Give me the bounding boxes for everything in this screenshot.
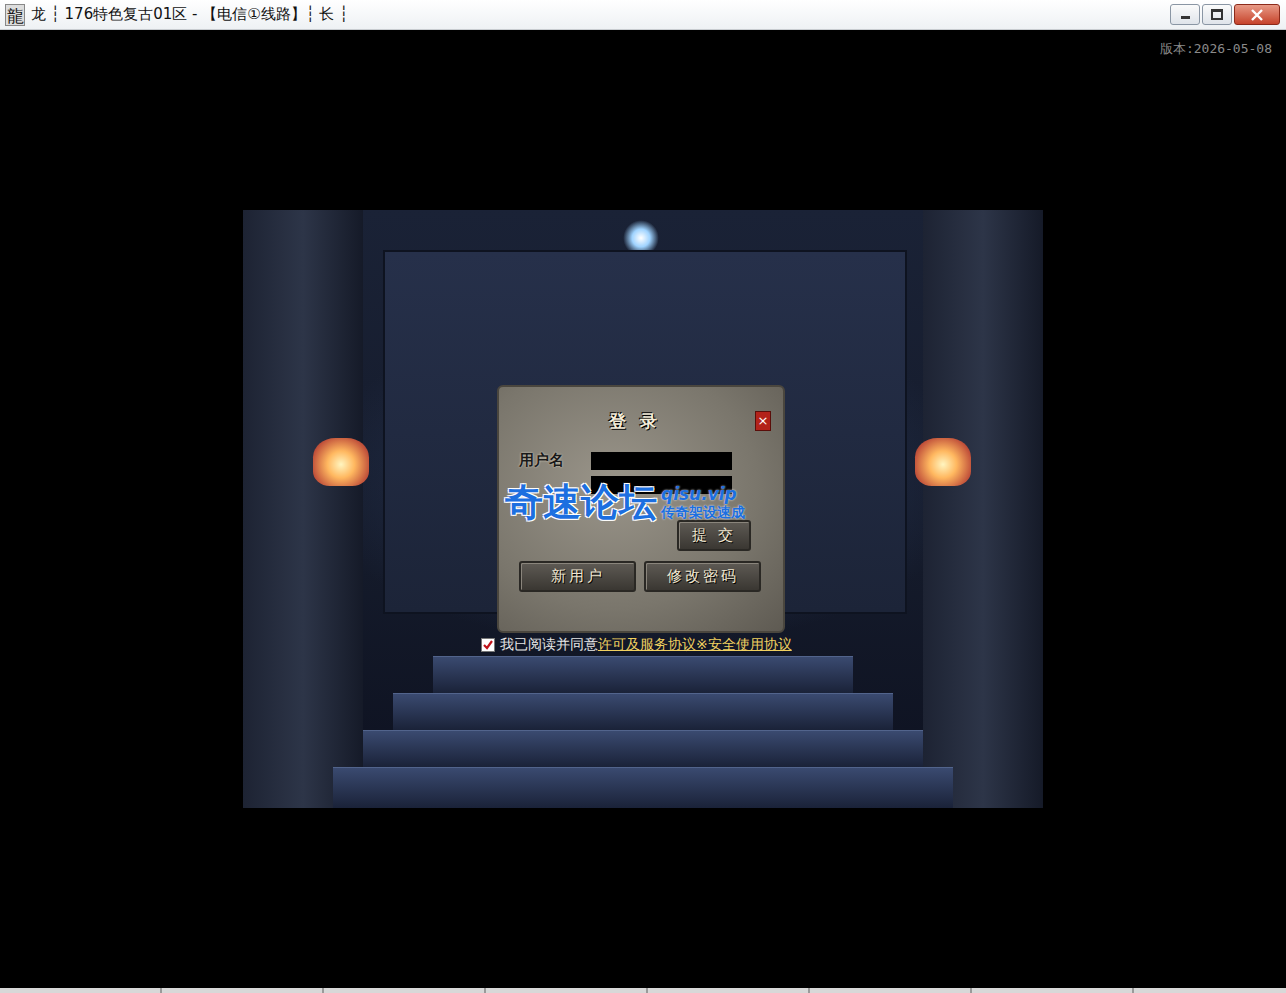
check-icon xyxy=(482,639,494,651)
dialog-title: 登 录 xyxy=(609,410,661,433)
maximize-button[interactable] xyxy=(1202,4,1232,25)
stair-step xyxy=(433,656,853,693)
watermark: 奇速论坛 qisu.vip 传奇架设速成 xyxy=(505,482,745,524)
dialog-header: 登 录 × xyxy=(519,409,751,433)
submit-row: 提 交 xyxy=(519,520,751,551)
agreement-checkbox[interactable] xyxy=(481,638,495,652)
torch-icon xyxy=(313,438,369,486)
torch-icon xyxy=(915,438,971,486)
maximize-icon xyxy=(1211,9,1223,20)
version-label: 版本:2026-05-08 xyxy=(1160,40,1272,58)
title-bar[interactable]: 龍 龙 ┆ 176特色复古01区 - 【电信①线路】┆ 长 ┆ xyxy=(0,0,1286,30)
dialog-button[interactable]: 修改密码 xyxy=(644,561,761,592)
dialog-button[interactable]: 新用户 xyxy=(519,561,636,592)
dialog-close-button[interactable]: × xyxy=(755,411,771,431)
stair-step xyxy=(333,767,953,808)
button-row: 新用户修改密码 xyxy=(519,561,761,592)
minimize-icon xyxy=(1181,16,1190,19)
agreement-row: 我已阅读并同意 许可及服务协议※安全使用协议 xyxy=(481,636,792,654)
username-row: 用户名 xyxy=(519,451,751,470)
agreement-text: 我已阅读并同意 xyxy=(500,636,598,654)
pillar xyxy=(243,210,363,808)
watermark-brand: 奇速论坛 xyxy=(505,482,657,524)
stair-step xyxy=(363,730,923,767)
stair-step xyxy=(393,693,893,730)
close-icon xyxy=(1250,9,1264,21)
watermark-slogan: 传奇架设速成 xyxy=(661,504,745,522)
stairs xyxy=(243,656,1043,808)
game-window: 龍 龙 ┆ 176特色复古01区 - 【电信①线路】┆ 长 ┆ 版本:2026-… xyxy=(0,0,1286,993)
username-label: 用户名 xyxy=(519,451,583,470)
minimize-button[interactable] xyxy=(1170,4,1200,25)
close-button[interactable] xyxy=(1234,4,1280,25)
window-title: 龙 ┆ 176特色复古01区 - 【电信①线路】┆ 长 ┆ xyxy=(31,5,1164,24)
login-scene: 登 录 × 用户名 提 交 新用户修改密码 我已阅读并同意 许可及服务协议※安全… xyxy=(243,210,1043,808)
app-icon: 龍 xyxy=(5,4,25,26)
watermark-url: qisu.vip xyxy=(661,484,745,504)
agreement-link[interactable]: 许可及服务协议※安全使用协议 xyxy=(598,636,792,654)
watermark-side: qisu.vip 传奇架设速成 xyxy=(661,484,745,522)
pillar xyxy=(923,210,1043,808)
submit-button[interactable]: 提 交 xyxy=(677,520,751,551)
window-controls xyxy=(1170,0,1286,25)
username-field[interactable] xyxy=(591,452,732,470)
taskbar-strip xyxy=(0,988,1286,993)
game-client: 版本:2026-05-08 登 录 × 用户名 提 交 新用户修改密码 我已阅读… xyxy=(0,30,1286,988)
